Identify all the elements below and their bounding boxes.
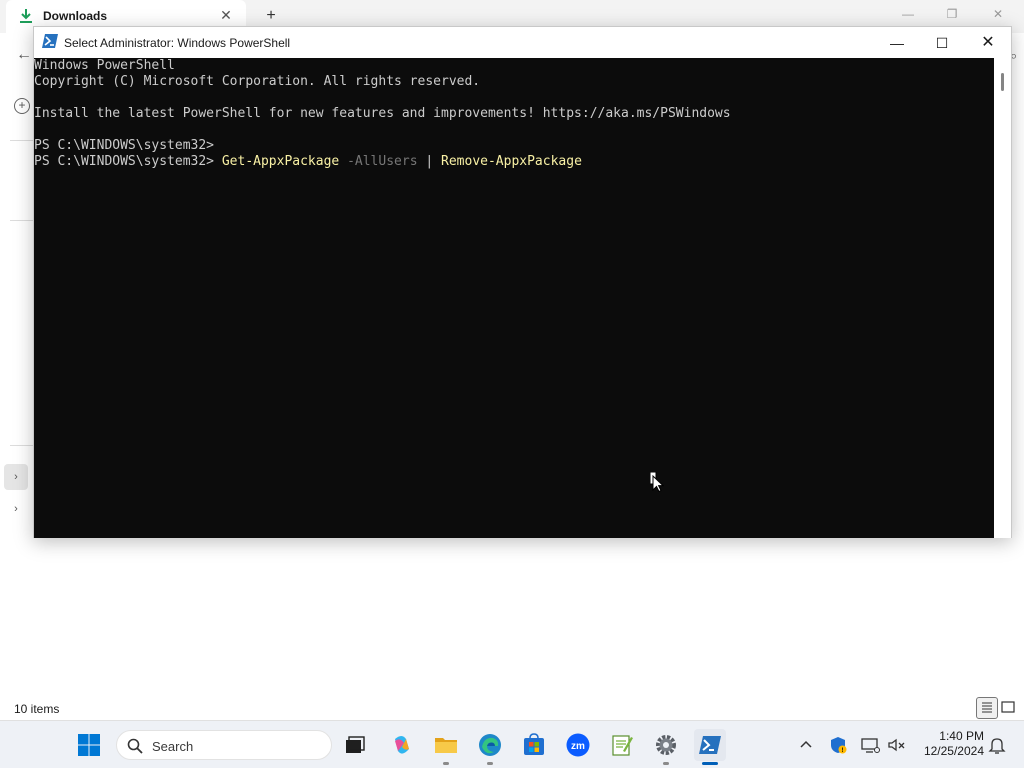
search-icon xyxy=(127,738,143,754)
pipe-operator: | xyxy=(417,154,442,169)
terminal-command-line[interactable]: PS C:\WINDOWS\system32> Get-AppxPackage … xyxy=(34,154,582,170)
status-item-count: 10 items xyxy=(14,702,60,716)
powershell-title: Select Administrator: Windows PowerShell xyxy=(64,36,291,50)
new-tab-button[interactable]: + xyxy=(262,6,280,26)
edge-button[interactable] xyxy=(474,729,506,765)
taskbar: Search zm ! 1:40 PM 12/25/2024 xyxy=(0,720,1024,768)
defender-shield-icon[interactable]: ! xyxy=(828,735,848,755)
copilot-button[interactable] xyxy=(386,729,418,761)
maximize-button[interactable]: ☐ xyxy=(922,31,962,55)
notepad-plus-button[interactable] xyxy=(606,729,638,761)
notepad-plus-icon xyxy=(612,735,633,756)
notification-bell-icon[interactable] xyxy=(988,735,1006,755)
explorer-minimize-button[interactable]: — xyxy=(896,4,920,24)
powershell-titlebar[interactable]: Select Administrator: Windows PowerShell… xyxy=(34,27,1011,58)
tiles-view-icon xyxy=(1001,701,1015,713)
chevron-up-icon[interactable] xyxy=(796,735,816,755)
explorer-tab-label: Downloads xyxy=(43,9,108,23)
network-icon[interactable] xyxy=(860,735,880,755)
powershell-window[interactable]: Select Administrator: Windows PowerShell… xyxy=(33,26,1012,538)
file-explorer-button[interactable] xyxy=(430,729,462,765)
terminal-line: Install the latest PowerShell for new fe… xyxy=(34,106,731,121)
running-indicator xyxy=(487,762,493,765)
copilot-icon xyxy=(395,736,409,754)
vertical-scrollbar[interactable] xyxy=(994,58,1011,538)
nav-divider xyxy=(10,220,34,221)
download-icon xyxy=(20,9,32,23)
terminal-line: Windows PowerShell xyxy=(34,58,175,73)
task-view-button[interactable] xyxy=(339,729,371,761)
clock-date: 12/25/2024 xyxy=(923,744,984,758)
svg-text:!: ! xyxy=(842,748,844,754)
task-view-icon xyxy=(346,736,365,753)
new-item-icon[interactable]: + xyxy=(14,98,30,114)
svg-text:zm: zm xyxy=(571,741,585,752)
minimize-button[interactable]: — xyxy=(877,31,917,55)
close-button[interactable]: ✕ xyxy=(968,31,1008,55)
clock-time: 1:40 PM xyxy=(939,729,984,743)
nav-expand-chevron-icon[interactable]: › xyxy=(4,464,28,490)
nav-divider-2 xyxy=(10,445,34,446)
powershell-icon xyxy=(699,736,721,754)
toolbar-divider xyxy=(10,140,34,141)
active-indicator xyxy=(702,762,718,765)
zoom-icon: zm xyxy=(566,733,590,757)
microsoft-store-icon xyxy=(524,733,544,755)
explorer-close-button[interactable]: ✕ xyxy=(986,4,1010,24)
taskbar-search-box[interactable]: Search xyxy=(116,730,332,760)
settings-button[interactable] xyxy=(650,729,682,765)
nav-expand-chevron-icon-2[interactable]: › xyxy=(4,496,28,522)
running-indicator xyxy=(443,762,449,765)
details-view-button[interactable] xyxy=(976,697,998,719)
zoom-button[interactable]: zm xyxy=(562,729,594,761)
running-indicator xyxy=(663,762,669,765)
details-view-icon xyxy=(982,702,992,713)
start-icon xyxy=(78,734,100,756)
powershell-icon xyxy=(42,34,58,48)
explorer-restore-button[interactable]: ❐ xyxy=(940,4,964,24)
prompt-text: PS C:\WINDOWS\system32> xyxy=(34,154,222,169)
terminal-output[interactable]: Windows PowerShell Copyright (C) Microso… xyxy=(34,58,994,538)
system-clock[interactable]: 1:40 PM 12/25/2024 xyxy=(906,729,984,759)
powershell-taskbar-button[interactable] xyxy=(694,729,726,765)
file-explorer-icon xyxy=(435,738,457,753)
scrollbar-thumb[interactable] xyxy=(1001,73,1004,91)
search-label: Search xyxy=(152,739,194,754)
command-remove-appxpackage: Remove-AppxPackage xyxy=(441,154,582,169)
edge-icon xyxy=(479,734,501,756)
start-button[interactable] xyxy=(73,729,105,761)
mouse-pointer-icon xyxy=(650,472,664,492)
close-tab-icon[interactable]: ✕ xyxy=(218,6,234,24)
command-get-appxpackage: Get-AppxPackage xyxy=(221,154,340,169)
parameter-allusers: -AllUsers xyxy=(339,154,418,169)
back-arrow-icon[interactable]: ← xyxy=(16,46,32,64)
settings-icon xyxy=(656,735,676,755)
terminal-line: PS C:\WINDOWS\system32> xyxy=(34,138,215,153)
tiles-view-button[interactable] xyxy=(998,697,1020,719)
volume-muted-icon[interactable] xyxy=(886,735,906,755)
terminal-line: Copyright (C) Microsoft Corporation. All… xyxy=(34,74,481,89)
microsoft-store-button[interactable] xyxy=(518,729,550,761)
